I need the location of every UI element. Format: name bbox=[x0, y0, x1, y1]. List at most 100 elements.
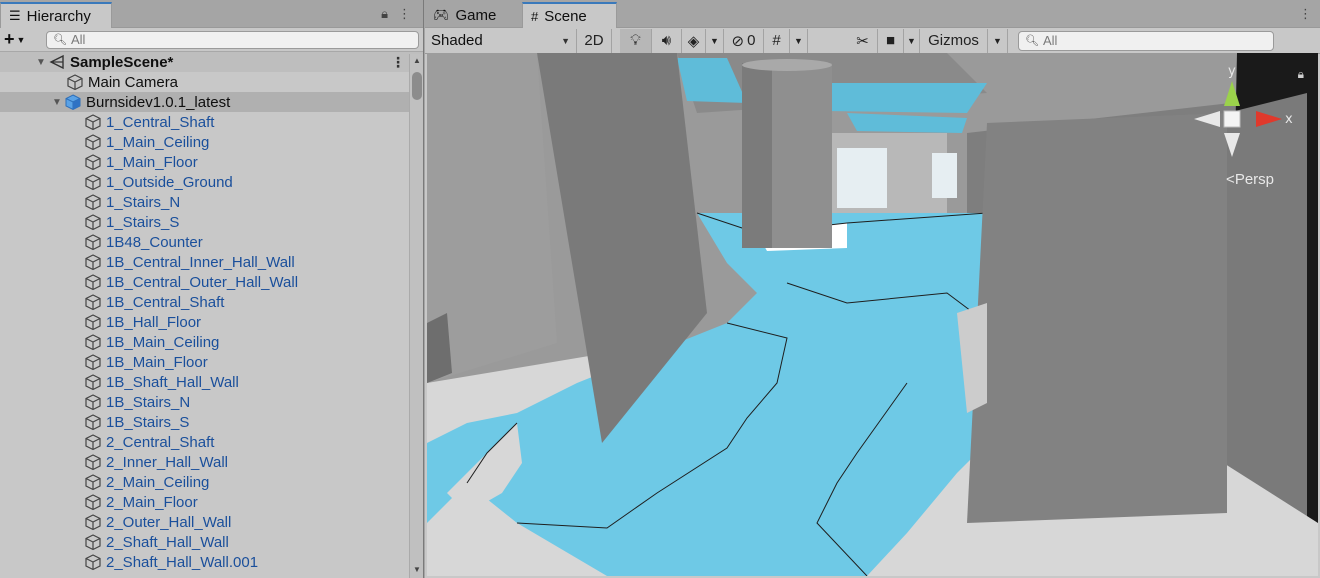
scene-search-input[interactable]: 🔍︎ All bbox=[1018, 30, 1274, 51]
hierarchy-scrollbar[interactable]: ▲ ▼ bbox=[409, 54, 423, 578]
hierarchy-item-label: 2_Shaft_Hall_Wall.001 bbox=[106, 553, 259, 571]
hierarchy-item[interactable]: 1B_Central_Shaft bbox=[0, 292, 423, 312]
gameobject-icon bbox=[85, 294, 101, 311]
projection-label: Persp bbox=[1234, 171, 1274, 188]
far-door bbox=[932, 153, 957, 198]
gameobject-icon bbox=[85, 554, 101, 571]
hierarchy-item-label: 1B_Central_Shaft bbox=[106, 293, 225, 311]
more-options-icon[interactable]: ⋮ bbox=[1299, 6, 1312, 22]
layers-icon: ◈ bbox=[687, 32, 700, 50]
hierarchy-item-label: 1B_Main_Floor bbox=[106, 353, 208, 371]
hierarchy-item[interactable]: 1_Main_Ceiling bbox=[0, 132, 423, 152]
camera-settings-button[interactable]: ■ bbox=[878, 28, 904, 53]
scene-row[interactable]: ▼ SampleScene* ⋮ bbox=[0, 52, 423, 72]
hierarchy-item[interactable]: 2_Shaft_Hall_Wall bbox=[0, 532, 423, 552]
hierarchy-item[interactable]: 1B_Central_Outer_Hall_Wall bbox=[0, 272, 423, 292]
shading-mode-dropdown[interactable]: Shaded ▼ bbox=[425, 28, 577, 53]
gamepad-icon: 🎮︎ bbox=[433, 7, 450, 22]
scene-menu-icon[interactable]: ⋮ bbox=[391, 54, 405, 71]
gameobject-icon bbox=[85, 374, 101, 391]
shading-mode-value: Shaded bbox=[431, 32, 483, 49]
scrollbar-thumb[interactable] bbox=[412, 72, 422, 100]
tab-scene[interactable]: # Scene bbox=[522, 2, 617, 28]
toggle-2d-button[interactable]: 2D bbox=[577, 28, 612, 53]
hierarchy-item[interactable]: 2_Main_Ceiling bbox=[0, 472, 423, 492]
hierarchy-item-label: 1B_Central_Outer_Hall_Wall bbox=[106, 273, 299, 291]
hierarchy-item[interactable]: 1B_Stairs_N bbox=[0, 392, 423, 412]
gameobject-icon bbox=[85, 274, 101, 291]
hierarchy-item[interactable]: 1_Central_Shaft bbox=[0, 112, 423, 132]
chevron-down-icon: ▼ bbox=[907, 35, 916, 46]
more-options-icon[interactable]: ⋮ bbox=[398, 6, 411, 22]
expand-arrow-icon[interactable]: ▼ bbox=[34, 57, 48, 68]
tab-hierarchy-label: Hierarchy bbox=[26, 7, 91, 25]
scroll-up-icon[interactable]: ▲ bbox=[410, 56, 423, 65]
hierarchy-item[interactable]: 1_Stairs_S bbox=[0, 212, 423, 232]
tab-game-label: Game bbox=[455, 6, 497, 24]
list-icon: ☰ bbox=[9, 8, 21, 23]
hierarchy-item[interactable]: 1B_Shaft_Hall_Wall bbox=[0, 372, 423, 392]
gameobject-icon bbox=[85, 354, 101, 371]
hierarchy-item[interactable]: 1B_Stairs_S bbox=[0, 412, 423, 432]
grid-dropdown[interactable]: ▼ bbox=[790, 28, 808, 53]
gameobject-icon bbox=[85, 134, 101, 151]
hierarchy-item-label: 2_Main_Floor bbox=[106, 493, 198, 511]
gizmo-center-cube[interactable] bbox=[1223, 110, 1241, 128]
gizmo-y-cone[interactable] bbox=[1224, 81, 1240, 106]
tab-hierarchy[interactable]: ☰ Hierarchy bbox=[0, 2, 112, 28]
hierarchy-item-main-camera[interactable]: Main Camera bbox=[0, 72, 423, 92]
chevron-left-icon: < bbox=[1226, 171, 1235, 188]
scroll-down-icon[interactable]: ▼ bbox=[410, 565, 423, 574]
scene-render bbox=[427, 53, 1318, 576]
hierarchy-item[interactable]: 1_Main_Floor bbox=[0, 152, 423, 172]
hierarchy-item[interactable]: 1_Outside_Ground bbox=[0, 172, 423, 192]
gizmo-x-cone[interactable] bbox=[1256, 111, 1282, 127]
hierarchy-item[interactable]: 2_Shaft_Hall_Wall.001 bbox=[0, 552, 423, 572]
hierarchy-item[interactable]: 1B48_Counter bbox=[0, 232, 423, 252]
lighting-toggle-button[interactable]: 💡︎ bbox=[620, 28, 652, 53]
effects-toggle-button[interactable]: ◈ bbox=[682, 28, 706, 53]
hierarchy-item-label: 1B_Stairs_S bbox=[106, 413, 190, 431]
hierarchy-item[interactable]: 2_Outer_Hall_Wall bbox=[0, 512, 423, 532]
projection-toggle[interactable]: <Persp bbox=[1226, 171, 1274, 188]
hidden-objects-toggle[interactable]: ⊘ 0 bbox=[724, 28, 764, 53]
hierarchy-item[interactable]: 2_Central_Shaft bbox=[0, 432, 423, 452]
scene-name: SampleScene* bbox=[70, 53, 174, 71]
expand-arrow-icon[interactable]: ▼ bbox=[50, 97, 64, 108]
hierarchy-item-prefab-root[interactable]: ▼ Burnsidev1.0.1_latest bbox=[0, 92, 423, 112]
gameobject-icon bbox=[85, 534, 101, 551]
gameobject-icon bbox=[85, 474, 101, 491]
axis-x-label: x bbox=[1285, 112, 1293, 127]
hierarchy-item-label: 1B_Stairs_N bbox=[106, 393, 191, 411]
gizmo-neg-y-cone[interactable] bbox=[1224, 133, 1240, 157]
gameobject-icon bbox=[85, 414, 101, 431]
camera-dropdown[interactable]: ▼ bbox=[904, 28, 920, 53]
hierarchy-search-input[interactable]: 🔍︎ All bbox=[46, 30, 419, 49]
gizmo-neg-x-cone[interactable] bbox=[1194, 111, 1220, 127]
gameobject-icon bbox=[85, 394, 101, 411]
scene-viewport[interactable]: 🔒︎ y x <Persp bbox=[427, 53, 1318, 576]
audio-toggle-button[interactable]: 🔊︎ bbox=[652, 28, 682, 53]
gizmos-dropdown[interactable]: ▼ bbox=[988, 28, 1008, 53]
hierarchy-item-label: Burnsidev1.0.1_latest bbox=[86, 93, 231, 111]
hierarchy-item[interactable]: 1_Stairs_N bbox=[0, 192, 423, 212]
lock-icon[interactable]: 🔒︎ bbox=[381, 6, 388, 22]
hierarchy-item-label: 1_Main_Ceiling bbox=[106, 133, 210, 151]
lightbulb-icon: 💡︎ bbox=[630, 32, 641, 49]
tab-scene-label: Scene bbox=[544, 7, 587, 25]
effects-dropdown[interactable]: ▼ bbox=[706, 28, 724, 53]
hierarchy-item[interactable]: 2_Inner_Hall_Wall bbox=[0, 452, 423, 472]
tab-game[interactable]: 🎮︎ Game bbox=[425, 2, 521, 28]
hierarchy-item-label: 1B_Main_Ceiling bbox=[106, 333, 220, 351]
hierarchy-children: 1_Central_Shaft 1_Main_Ceiling 1_Main_Floo… bbox=[0, 112, 423, 572]
gizmos-button[interactable]: Gizmos bbox=[920, 28, 988, 53]
gameobject-icon bbox=[85, 334, 101, 351]
create-button[interactable]: + ▼ bbox=[4, 29, 40, 50]
hierarchy-item[interactable]: 1B_Main_Floor bbox=[0, 352, 423, 372]
grid-toggle-button[interactable]: # bbox=[764, 28, 790, 53]
tools-button[interactable]: ✂ bbox=[848, 28, 878, 53]
hierarchy-item[interactable]: 1B_Central_Inner_Hall_Wall bbox=[0, 252, 423, 272]
hierarchy-item[interactable]: 1B_Main_Ceiling bbox=[0, 332, 423, 352]
hierarchy-item[interactable]: 1B_Hall_Floor bbox=[0, 312, 423, 332]
hierarchy-item[interactable]: 2_Main_Floor bbox=[0, 492, 423, 512]
